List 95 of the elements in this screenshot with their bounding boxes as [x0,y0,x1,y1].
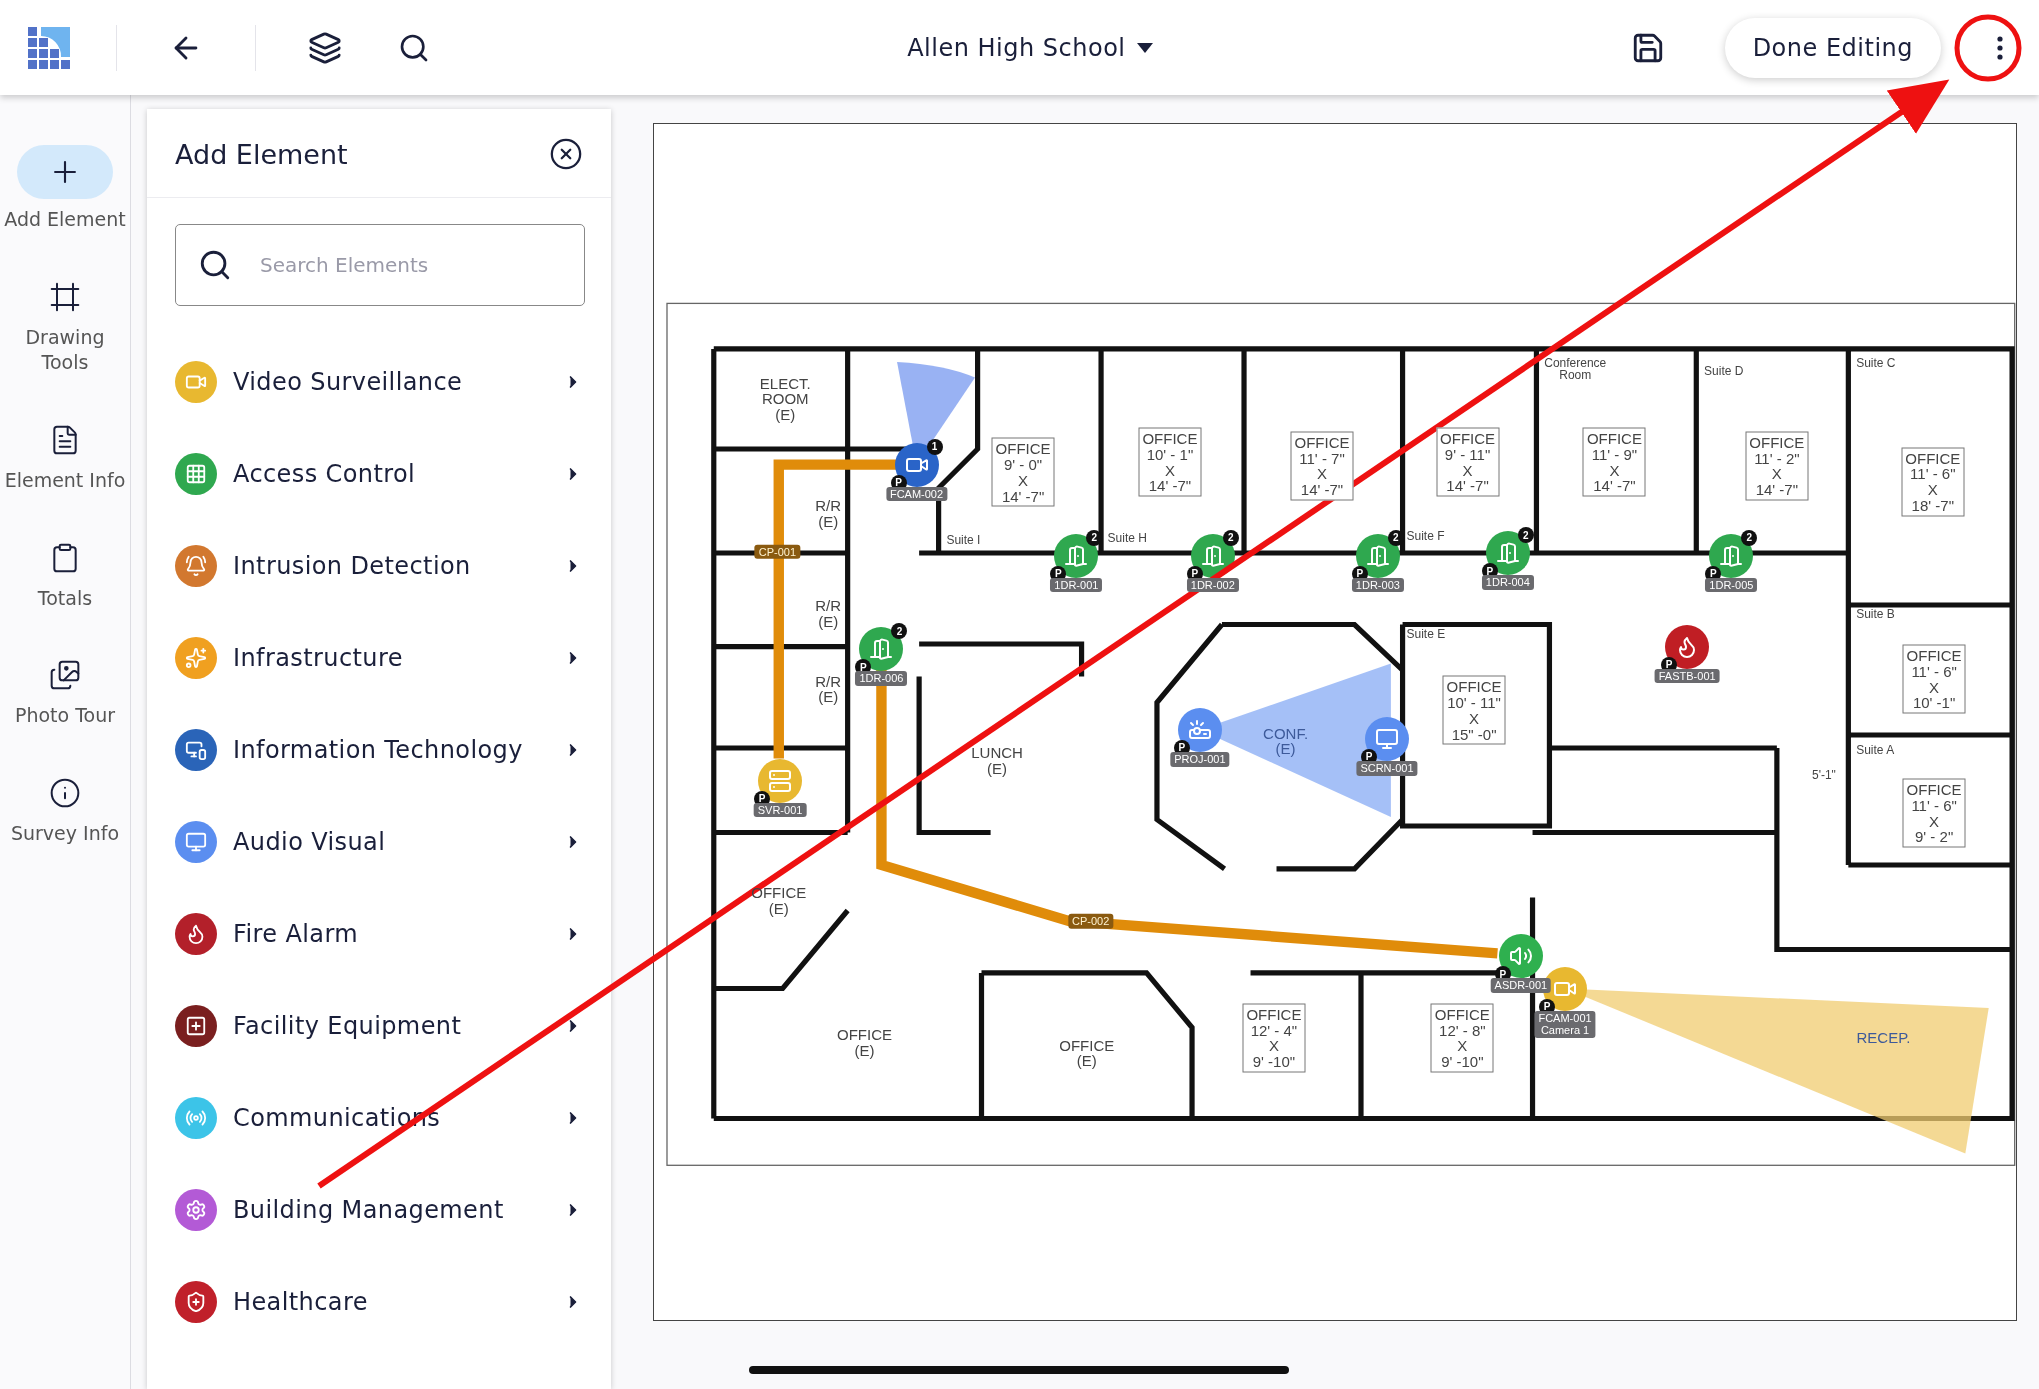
count-badge: 2 [1517,527,1534,543]
room-label: Suite C [1856,356,1896,370]
category-item[interactable]: Fire Alarm [147,888,611,980]
category-item[interactable]: Video Surveillance [147,336,611,428]
device-label: SVR-001 [753,802,807,818]
cable-label: CP-001 [754,544,801,559]
room-label: R/R (E) [815,598,842,630]
category-item[interactable]: Intrusion Detection [147,520,611,612]
device-label: 1DR-005 [1705,577,1758,593]
room-label: Conference Room [1544,356,1607,382]
door-icon [1064,543,1089,568]
room-label: Suite F [1406,529,1445,543]
room-label: OFFICE 9' - 0" X 14' -7" [991,437,1055,507]
room-label: OFFICE 9' - 11" X 14' -7" [1436,427,1500,497]
search-icon [198,248,232,282]
room-label: R/R (E) [815,673,842,706]
panel-title: Add Element [175,138,348,170]
count-badge: 2 [1222,529,1239,546]
door-icon [1719,543,1744,568]
search-input[interactable]: Search Elements [258,252,562,278]
projector-icon [1187,717,1212,742]
rail-icon [49,776,81,809]
room-label: OFFICE (E) [1059,1037,1115,1070]
rail-item[interactable]: Element Info [3,419,127,494]
count-badge: 2 [891,623,908,640]
room-label: Suite I [946,533,981,547]
logo-icon [28,26,72,69]
device-label: FCAM-002 [885,486,948,502]
room-label: Suite B [1856,607,1895,621]
room-label: OFFICE 11' - 6" X 9' - 2" [1902,778,1966,848]
rail-item[interactable]: Drawing Tools [3,276,127,376]
room-label: OFFICE 12' - 8" X 9' -10" [1430,1003,1494,1073]
door-icon [869,637,894,662]
category-item[interactable]: Healthcare [147,1256,611,1348]
device-label: 1DR-001 [1050,577,1103,593]
room-label: CONF. (E) [1263,725,1309,758]
caret-icon [1137,42,1154,53]
device-label: SCRN-001 [1356,761,1418,776]
category-item[interactable]: Access Control [147,428,611,520]
category-item[interactable]: Information Technology [147,704,611,796]
rail-icon [49,659,81,692]
highlight-circle [1954,14,2022,82]
room-label: LUNCH (E) [971,745,1023,777]
layers-icon [308,30,342,65]
category-item[interactable]: Audio Visual [147,796,611,888]
category-item[interactable]: Building Management [147,1164,611,1256]
device-label: 1DR-004 [1481,575,1534,590]
room-label: R/R (E) [815,498,842,530]
door-marker[interactable]: P 2 [1355,533,1400,578]
cable-label: CP-002 [1068,913,1114,929]
room-label: Suite H [1107,532,1147,545]
done-editing-button[interactable]: Done Editing [1724,17,1941,78]
rail-item[interactable]: Add Element [3,145,127,233]
room-label: OFFICE 11' - 6" X 18' -7" [1901,447,1965,516]
door-icon [1365,543,1390,568]
device-label: PROJ-001 [1170,751,1230,767]
rail-item[interactable]: Photo Tour [3,655,127,729]
room-label: OFFICE 11' - 9" X 14' -7" [1582,427,1646,497]
device-label: FASTB-001 [1654,668,1720,684]
category-item[interactable]: Infrastructure [147,612,611,704]
door-icon [1495,541,1520,565]
door-icon [1200,543,1225,568]
room-label: OFFICE (E) [837,1027,893,1059]
device-label: FCAM-001 Camera 1 [1534,1010,1596,1038]
device-label: ASDR-001 [1490,978,1552,993]
close-icon [549,137,583,171]
rail-item[interactable]: Totals [3,537,127,612]
screen-icon [1375,726,1399,751]
room-label: OFFICE (E) [751,885,807,918]
room-label: OFFICE 10' - 11" X 15" -0" [1442,675,1506,745]
speaker-icon [1508,944,1533,968]
room-label: Suite A [1856,744,1895,757]
server-icon [768,768,793,793]
search-field[interactable]: Search Elements [175,224,585,306]
device-label: 1DR-002 [1186,577,1239,593]
projector-marker[interactable]: P [1177,707,1222,752]
more-icon [1997,35,2003,60]
floor-selector[interactable]: Allen High School [901,32,1160,63]
room-label: Suite D [1704,364,1744,378]
room-label: 5'-1" [1811,768,1836,782]
device-label: 1DR-006 [855,671,908,686]
room-label: OFFICE 12' - 4" X 9' -10" [1242,1003,1306,1073]
room-label: OFFICE 10' - 1" X 14' -7" [1138,427,1202,497]
device-label: 1DR-003 [1351,577,1404,593]
room-label: Suite E [1406,628,1446,641]
count-badge: 2 [1741,529,1758,546]
room-label: OFFICE 11' - 2" X 14' -7" [1745,431,1809,501]
rail-icon [49,280,81,313]
room-label: ELECT. ROOM (E) [759,375,811,424]
room-label: OFFICE 11' - 7" X 14' -7" [1290,431,1354,501]
speaker-marker[interactable]: P [1498,934,1543,978]
room-label: OFFICE 11' - 6" X 10' -1" [1902,644,1966,714]
category-item[interactable]: Facility Equipment [147,980,611,1072]
rail-item[interactable]: Survey Info [3,772,127,847]
room-label: RECEP. [1856,1030,1911,1046]
